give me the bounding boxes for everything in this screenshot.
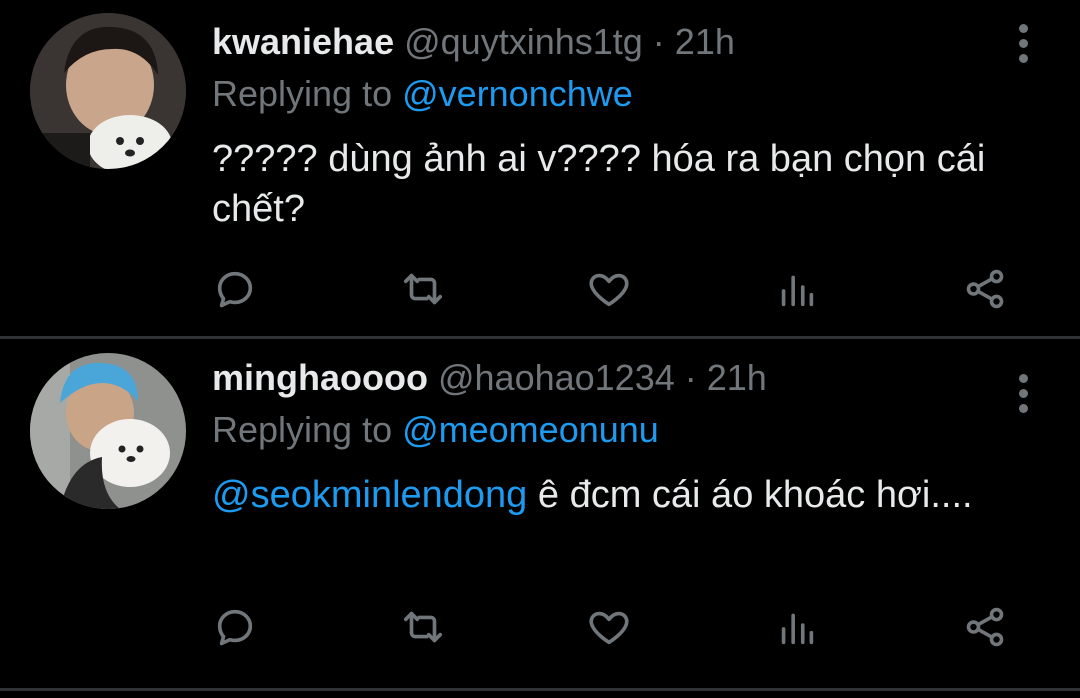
tweet[interactable]: kwaniehae @quytxinhs1tg · 21h Replying t… [0, 0, 1080, 338]
tweet[interactable]: minghaoooo @haohao1234 · 21h Replying to… [0, 338, 1080, 690]
retweet-button[interactable] [398, 602, 448, 652]
display-name[interactable]: kwaniehae [212, 21, 394, 62]
share-button[interactable] [960, 264, 1010, 314]
separator: · [674, 357, 707, 398]
reply-icon [217, 271, 253, 308]
stats-button[interactable] [772, 602, 822, 652]
stats-icon [781, 275, 814, 307]
reply-button[interactable] [210, 264, 260, 314]
action-bar [210, 602, 1030, 652]
divider [0, 688, 1080, 691]
stats-button[interactable] [772, 264, 822, 314]
timestamp[interactable]: 21h [707, 357, 767, 398]
avatar-image [30, 353, 186, 509]
like-icon [589, 273, 629, 307]
retweet-icon [403, 273, 443, 305]
separator: · [642, 21, 675, 62]
timestamp[interactable]: 21h [675, 21, 735, 62]
tweet-text: @seokminlendong ê đcm cái áo khoác hơi..… [212, 470, 1010, 520]
more-options-icon[interactable] [1016, 24, 1030, 69]
tweet-header: kwaniehae @quytxinhs1tg · 21h [212, 18, 1010, 66]
replying-to: Replying to @vernonchwe [212, 68, 1010, 120]
avatar[interactable] [30, 13, 186, 169]
share-icon [966, 269, 1004, 309]
mention-link[interactable]: @seokminlendong [212, 474, 527, 516]
share-button[interactable] [960, 602, 1010, 652]
replying-to-link[interactable]: @meomeonunu [402, 409, 659, 450]
like-button[interactable] [584, 602, 634, 652]
tweet-text: ????? dùng ảnh ai v???? hóa ra bạn chọn … [212, 134, 1010, 234]
tweet-body: minghaoooo @haohao1234 · 21h Replying to… [212, 354, 1010, 520]
retweet-button[interactable] [398, 264, 448, 314]
like-icon [589, 611, 629, 645]
tweet-text-content: ????? dùng ảnh ai v???? hóa ra bạn chọn … [212, 138, 986, 230]
tweet-body: kwaniehae @quytxinhs1tg · 21h Replying t… [212, 18, 1010, 234]
share-icon [966, 607, 1004, 647]
tweet-header: minghaoooo @haohao1234 · 21h [212, 354, 1010, 402]
action-bar [210, 264, 1030, 314]
avatar[interactable] [30, 353, 186, 509]
retweet-icon [403, 611, 443, 643]
display-name[interactable]: minghaoooo [212, 357, 428, 398]
reply-icon [217, 609, 253, 646]
like-button[interactable] [584, 264, 634, 314]
more-options-icon[interactable] [1016, 374, 1030, 419]
stats-icon [781, 613, 814, 645]
reply-button[interactable] [210, 602, 260, 652]
replying-prefix: Replying to [212, 73, 403, 114]
replying-prefix: Replying to [212, 409, 403, 450]
tweet-text-content: ê đcm cái áo khoác hơi.... [527, 474, 973, 516]
handle[interactable]: @quytxinhs1tg [404, 21, 643, 62]
replying-to: Replying to @meomeonunu [212, 404, 1010, 456]
avatar-image [30, 13, 186, 169]
replying-to-link[interactable]: @vernonchwe [402, 73, 633, 114]
handle[interactable]: @haohao1234 [438, 357, 675, 398]
